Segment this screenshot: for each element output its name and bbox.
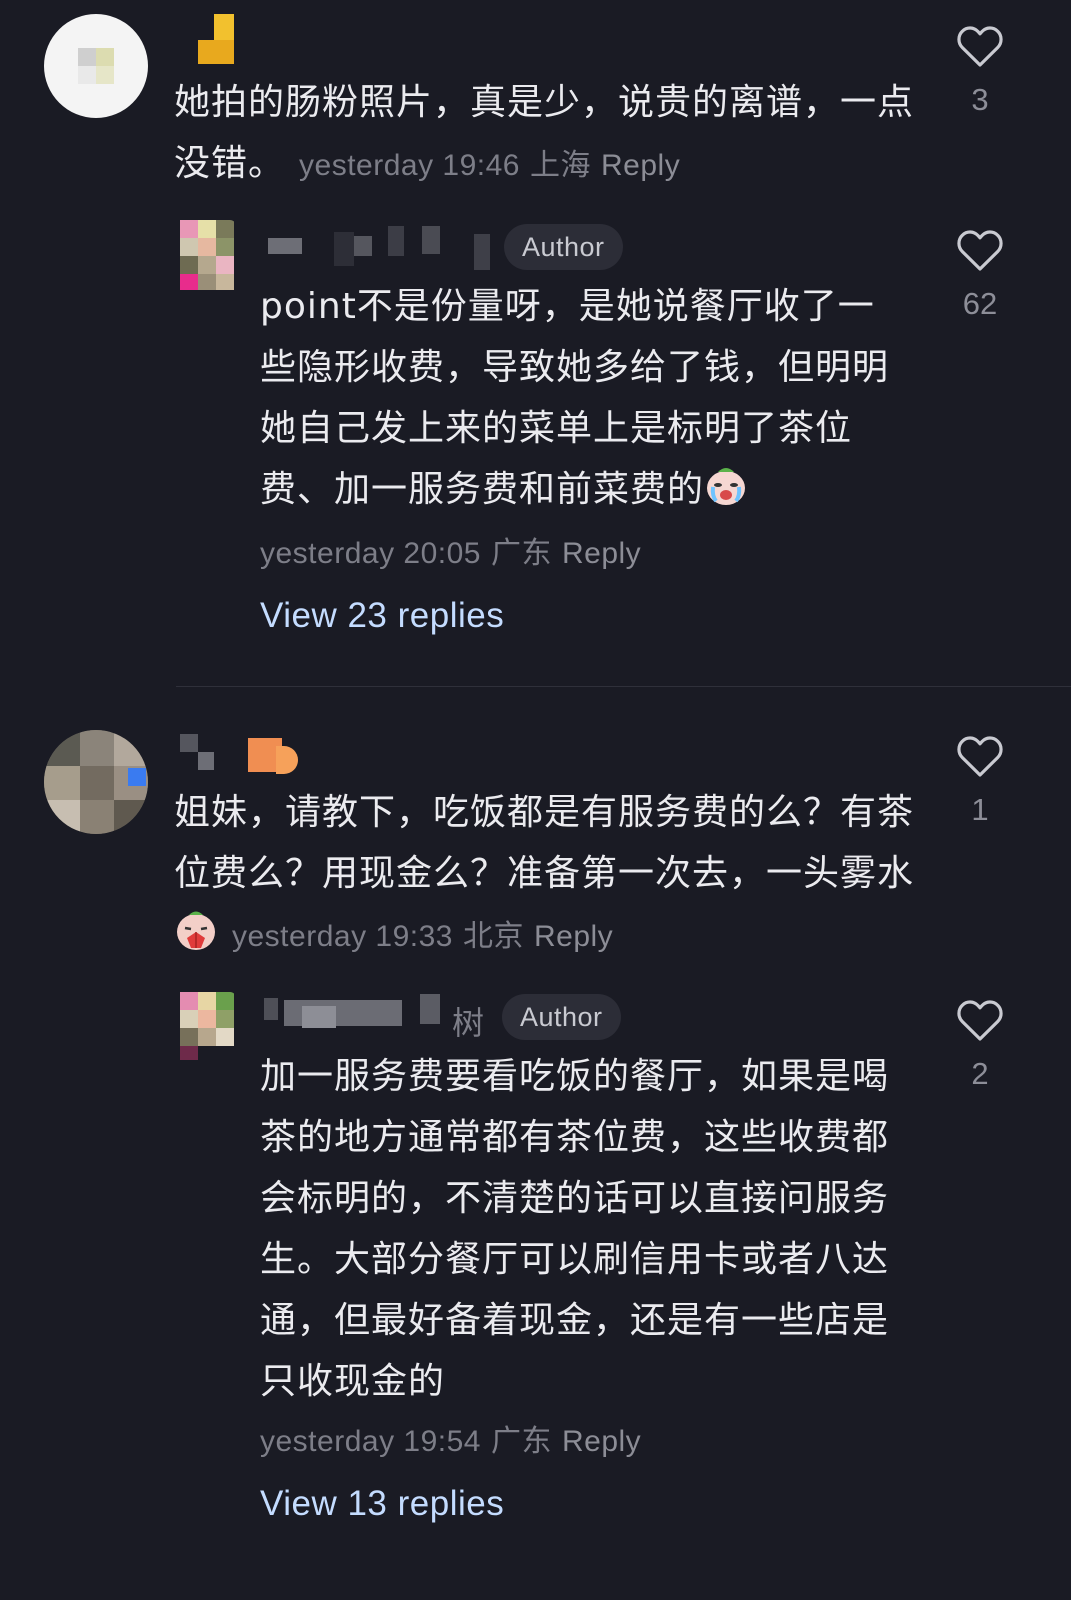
avatar[interactable] [44,14,148,118]
timestamp: yesterday 19:54 [260,1425,481,1458]
location: 上海 [530,149,591,182]
avatar[interactable] [164,992,236,1064]
reply-meta: yesterday 19:54 广东 Reply [260,1416,651,1460]
like-button[interactable]: 62 [945,228,1015,322]
like-count: 1 [971,792,989,827]
heart-icon [957,230,1003,271]
divider [176,686,1071,687]
like-count: 3 [971,82,989,117]
username-blurred[interactable] [198,14,238,64]
like-button[interactable]: 1 [945,734,1015,828]
like-button[interactable]: 2 [945,998,1015,1092]
comment-thread: 她拍的肠粉照片，真是少，说贵的离谱，一点没错。 yesterday 19:46 上海… [0,0,1071,690]
reply-button[interactable]: Reply [534,920,613,953]
reply-button[interactable]: Reply [562,537,641,570]
username-blurred[interactable] [180,734,310,782]
pleading-hands-emoji [177,911,215,950]
author-badge: Author [502,994,621,1040]
heart-icon [957,26,1003,67]
heart-icon [957,1000,1003,1041]
username-suffix: 树 [452,1004,485,1042]
location: 广东 [490,1425,552,1458]
location: 北京 [462,920,524,953]
comment-meta: yesterday 19:33 北京 Reply [232,920,623,953]
location: 广东 [490,537,552,570]
author-badge: Author [504,224,623,270]
view-replies-link[interactable]: View 13 replies [260,1484,504,1524]
reply-button[interactable]: Reply [601,149,680,182]
comment-thread: 姐妹，请教下，吃饭都是有服务费的么？有茶位费么？用现金么？准备第一次去，一头雾水… [0,700,1071,1600]
timestamp: yesterday 19:46 [299,149,520,182]
comment-text: 她拍的肠粉照片，真是少，说贵的离谱，一点没错。 yesterday 19:46 上海… [174,82,915,184]
avatar[interactable] [164,220,236,292]
reply-text: point不是份量呀，是她说餐厅收了一些隐形收费，导致她多给了钱，但明明她自己发… [260,286,890,510]
crying-face-emoji [707,468,746,505]
timestamp: yesterday 19:33 [232,920,453,953]
comment-text: 姐妹，请教下，吃饭都是有服务费的么？有茶位费么？用现金么？准备第一次去，一头雾水… [174,792,915,953]
username-blurred[interactable] [268,226,508,272]
reply-meta: yesterday 20:05 广东 Reply [260,528,651,572]
view-replies-link[interactable]: View 23 replies [260,596,504,636]
comment-meta: yesterday 19:46 上海 Reply [299,149,690,182]
like-button[interactable]: 3 [945,24,1015,118]
heart-icon [957,736,1003,777]
timestamp: yesterday 20:05 [260,537,481,570]
reply-text: 加一服务费要看吃饭的餐厅，如果是喝茶的地方通常都有茶位费，这些收费都会标明的，不… [260,1056,890,1402]
username-blurred[interactable]: 树 [264,992,494,1042]
reply-button[interactable]: Reply [562,1425,641,1458]
avatar-badge [128,768,146,786]
like-count: 62 [962,286,998,321]
like-count: 2 [971,1056,989,1091]
